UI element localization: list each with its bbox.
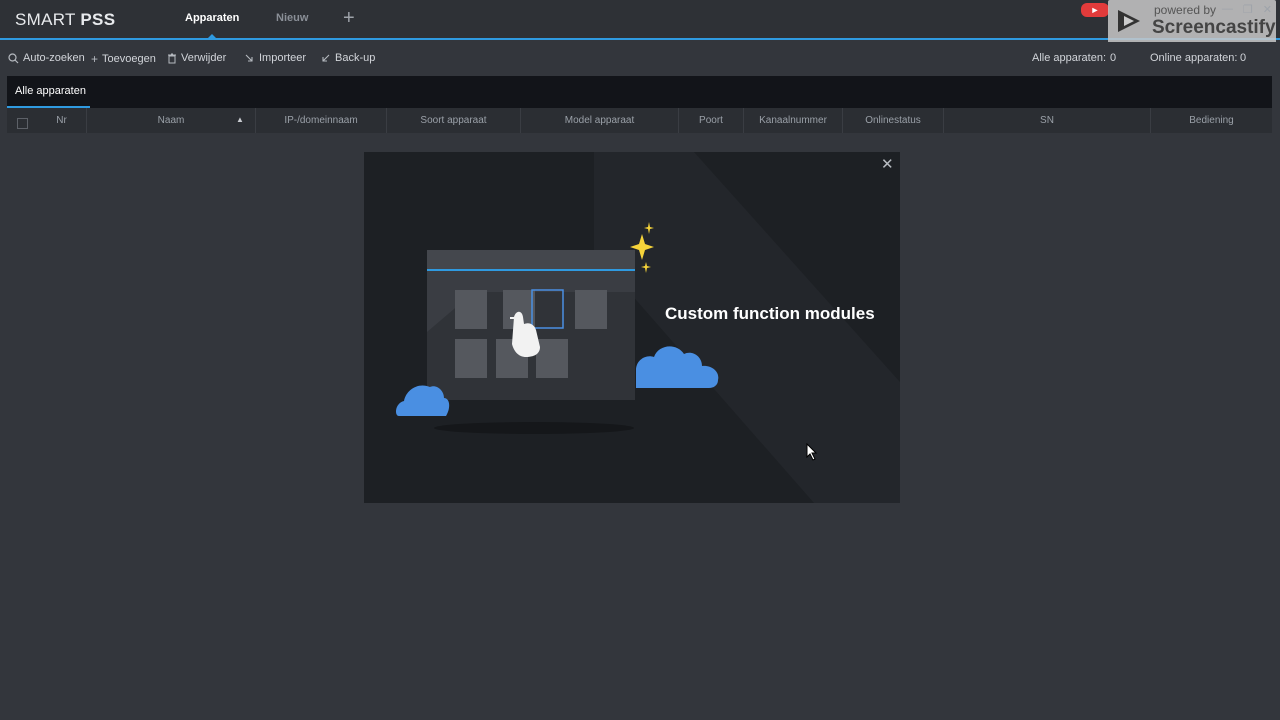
mouse-cursor-icon (806, 443, 818, 461)
minimize-button[interactable]: — (1222, 3, 1233, 16)
add-device-label: Toevoegen (102, 53, 156, 65)
tab-all-devices[interactable]: Alle apparaten (7, 76, 90, 108)
column-header-ip[interactable]: IP-/domeinnaam (256, 108, 387, 133)
column-header-online-status[interactable]: Onlinestatus (843, 108, 944, 133)
all-devices-label: Alle apparaten: (1032, 52, 1106, 64)
device-tabs-bar: Alle apparaten (7, 76, 1272, 108)
column-header-nr[interactable]: Nr (37, 108, 87, 133)
plus-icon[interactable]: + (343, 8, 355, 28)
delete-label: Verwijder (181, 52, 227, 64)
app-logo: SMART PSS (15, 10, 116, 29)
plus-icon: + (91, 52, 99, 66)
auto-search-button[interactable]: Auto-zoeken (8, 52, 85, 64)
modal-title: Custom function modules (665, 304, 875, 323)
active-tab-indicator (208, 34, 216, 38)
backup-button[interactable]: Back-up (320, 52, 375, 64)
backup-icon (322, 54, 330, 62)
import-icon (245, 54, 253, 62)
column-header-channel-number[interactable]: Kanaalnummer (744, 108, 843, 133)
close-icon[interactable]: ✕ (881, 155, 894, 173)
online-devices-count: 0 (1240, 52, 1247, 64)
column-header-operation[interactable]: Bediening (1151, 108, 1272, 133)
tab-nieuw[interactable]: Nieuw (276, 12, 308, 24)
add-device-button[interactable]: + Toevoegen (91, 52, 156, 66)
maximize-button[interactable]: ❐ (1243, 3, 1253, 16)
watermark-small-text: powered by (1154, 3, 1217, 17)
toolbar: Auto-zoeken + Toevoegen Verwijder Import… (0, 42, 1280, 74)
sort-ascending-icon[interactable]: ▲ (236, 115, 244, 124)
column-header-sn[interactable]: SN (944, 108, 1151, 133)
all-devices-count: 0 (1110, 52, 1117, 64)
import-label: Importeer (259, 52, 307, 64)
import-button[interactable]: Importeer (244, 52, 306, 64)
window-controls: — ❐ ✕ (1222, 3, 1272, 16)
search-icon (8, 52, 19, 63)
tab-apparaten[interactable]: Apparaten (185, 12, 239, 24)
close-window-button[interactable]: ✕ (1263, 3, 1272, 16)
trash-icon (168, 53, 176, 63)
auto-search-label: Auto-zoeken (23, 52, 85, 64)
column-header-port[interactable]: Poort (679, 108, 744, 133)
recording-speaker-icon[interactable]: ► (1081, 3, 1109, 17)
backup-label: Back-up (335, 52, 376, 64)
column-header-device-type[interactable]: Soort apparaat (387, 108, 521, 133)
column-header-naam[interactable]: Naam (87, 108, 256, 133)
select-all-checkbox[interactable] (17, 118, 28, 129)
column-header-device-model[interactable]: Model apparaat (521, 108, 679, 133)
screencastify-logo-icon (1118, 10, 1140, 32)
online-devices-label: Online apparaten: (1150, 52, 1238, 64)
device-table-header: Nr Naam ▲ IP-/domeinnaam Soort apparaat … (7, 108, 1272, 133)
delete-button[interactable]: Verwijder (167, 52, 226, 64)
watermark-brand-text: Screencastify (1152, 17, 1276, 38)
